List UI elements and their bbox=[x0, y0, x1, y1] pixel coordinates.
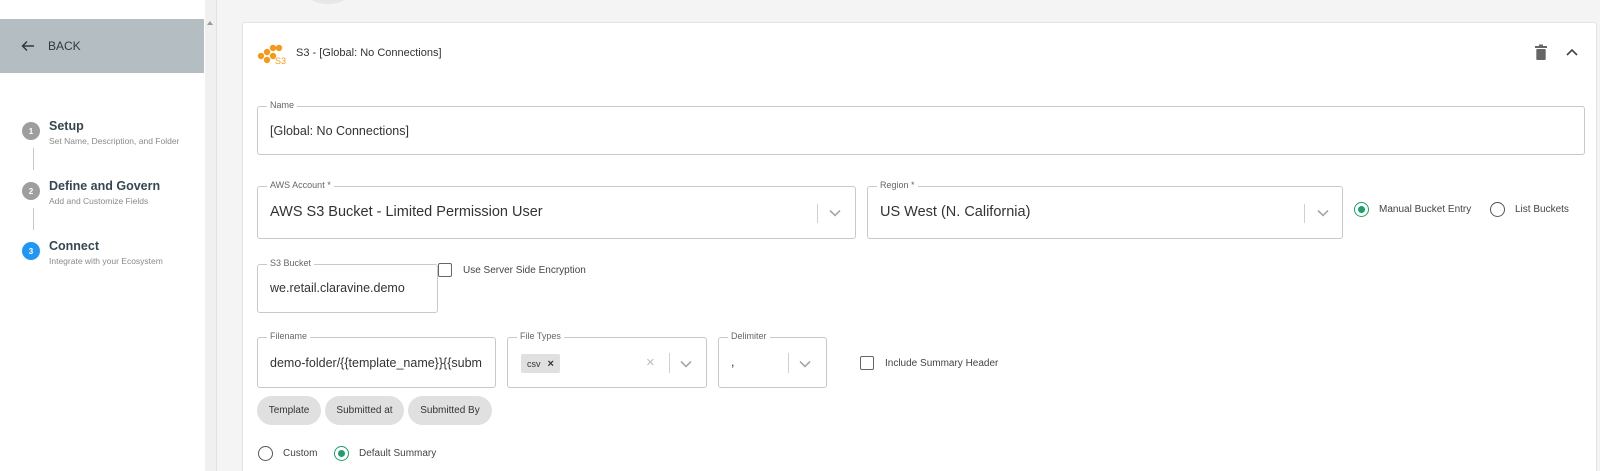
step-connector bbox=[33, 208, 34, 230]
chevron-down-icon[interactable] bbox=[799, 360, 811, 368]
custom-summary-label: Custom bbox=[283, 448, 318, 459]
chevron-down-icon[interactable] bbox=[1317, 209, 1329, 217]
chevron-down-icon[interactable] bbox=[680, 360, 692, 368]
trash-icon[interactable] bbox=[1534, 44, 1548, 61]
name-label: Name bbox=[267, 100, 298, 110]
default-summary-label: Default Summary bbox=[359, 448, 437, 459]
manual-bucket-entry-radio[interactable] bbox=[1354, 202, 1369, 217]
manual-bucket-entry-label: Manual Bucket Entry bbox=[1379, 204, 1472, 215]
delimiter-select[interactable]: Delimiter , bbox=[718, 331, 827, 388]
step-define-and-govern[interactable]: 2 Define and Govern Add and Customize Fi… bbox=[22, 179, 160, 206]
scroll-up-arrow-icon[interactable] bbox=[207, 21, 213, 25]
name-field[interactable]: Name [Global: No Connections] bbox=[257, 100, 1585, 155]
step-title: Setup bbox=[49, 119, 84, 133]
file-type-tag-label: csv bbox=[527, 358, 541, 369]
include-summary-header-label: Include Summary Header bbox=[885, 358, 999, 369]
step-title: Connect bbox=[49, 239, 99, 253]
select-separator bbox=[669, 353, 670, 373]
default-summary-radio[interactable] bbox=[334, 446, 349, 461]
chip-template[interactable]: Template bbox=[257, 396, 321, 425]
s3-bucket-input[interactable]: S3 Bucket we.retail.claravine.demo bbox=[257, 258, 438, 313]
step-subtitle: Set Name, Description, and Folder bbox=[49, 136, 180, 146]
custom-summary-radio[interactable] bbox=[258, 446, 273, 461]
arrow-left-icon bbox=[21, 40, 34, 52]
server-side-encryption-label: Use Server Side Encryption bbox=[463, 265, 586, 276]
step-connect[interactable]: 3 Connect Integrate with your Ecosystem bbox=[22, 239, 163, 266]
chip-submitted-at[interactable]: Submitted at bbox=[325, 396, 404, 425]
sidebar-scrollbar[interactable] bbox=[205, 0, 216, 471]
step-number: 2 bbox=[22, 182, 40, 200]
step-number: 3 bbox=[22, 242, 40, 260]
file-types-select[interactable]: File Types csv × × bbox=[507, 331, 707, 388]
aws-s3-icon: S3 bbox=[257, 44, 286, 66]
back-button[interactable]: BACK bbox=[0, 19, 204, 73]
filename-value: demo-folder/{{template_name}}{{subm bbox=[270, 356, 482, 370]
list-buckets-label: List Buckets bbox=[1515, 204, 1569, 215]
step-number: 1 bbox=[22, 122, 40, 140]
s3-bucket-value: we.retail.claravine.demo bbox=[270, 281, 405, 295]
divider bbox=[216, 0, 217, 471]
chip-submitted-by[interactable]: Submitted By bbox=[408, 396, 492, 425]
server-side-encryption-checkbox[interactable] bbox=[438, 263, 452, 277]
delimiter-value: , bbox=[731, 355, 735, 369]
step-title: Define and Govern bbox=[49, 179, 161, 193]
clear-selection-icon[interactable]: × bbox=[646, 354, 655, 371]
name-value: [Global: No Connections] bbox=[270, 124, 409, 138]
file-types-label: File Types bbox=[517, 331, 564, 341]
svg-text:S3: S3 bbox=[275, 56, 286, 66]
card-title: S3 - [Global: No Connections] bbox=[296, 47, 442, 59]
chevron-up-icon[interactable] bbox=[1565, 46, 1579, 58]
select-separator bbox=[817, 204, 818, 223]
select-separator bbox=[788, 353, 789, 373]
region-select[interactable]: Region * US West (N. California) bbox=[867, 180, 1343, 239]
step-setup[interactable]: 1 Setup Set Name, Description, and Folde… bbox=[22, 119, 179, 146]
file-type-tag: csv × bbox=[521, 354, 560, 373]
remove-tag-icon[interactable]: × bbox=[548, 358, 554, 370]
chevron-down-icon[interactable] bbox=[829, 209, 841, 217]
step-connector bbox=[33, 148, 34, 170]
aws-account-value: AWS S3 Bucket - Limited Permission User bbox=[270, 204, 543, 220]
filename-label: Filename bbox=[267, 331, 311, 341]
aws-account-select[interactable]: AWS Account * AWS S3 Bucket - Limited Pe… bbox=[257, 180, 856, 239]
region-value: US West (N. California) bbox=[880, 204, 1031, 220]
step-subtitle: Integrate with your Ecosystem bbox=[49, 256, 163, 266]
filename-input[interactable]: Filename demo-folder/{{template_name}}{{… bbox=[257, 331, 496, 388]
wizard-sidebar: BACK 1 Setup Set Name, Description, and … bbox=[0, 0, 205, 471]
aws-account-label: AWS Account * bbox=[267, 180, 334, 190]
select-separator bbox=[1304, 204, 1305, 223]
include-summary-header-checkbox[interactable] bbox=[860, 356, 874, 370]
region-label: Region * bbox=[877, 180, 918, 190]
partial-element bbox=[310, 0, 346, 4]
step-subtitle: Add and Customize Fields bbox=[49, 196, 149, 206]
s3-bucket-label: S3 Bucket bbox=[267, 258, 315, 268]
list-buckets-radio[interactable] bbox=[1490, 202, 1505, 217]
back-label: BACK bbox=[48, 39, 81, 53]
delimiter-label: Delimiter bbox=[728, 331, 770, 341]
